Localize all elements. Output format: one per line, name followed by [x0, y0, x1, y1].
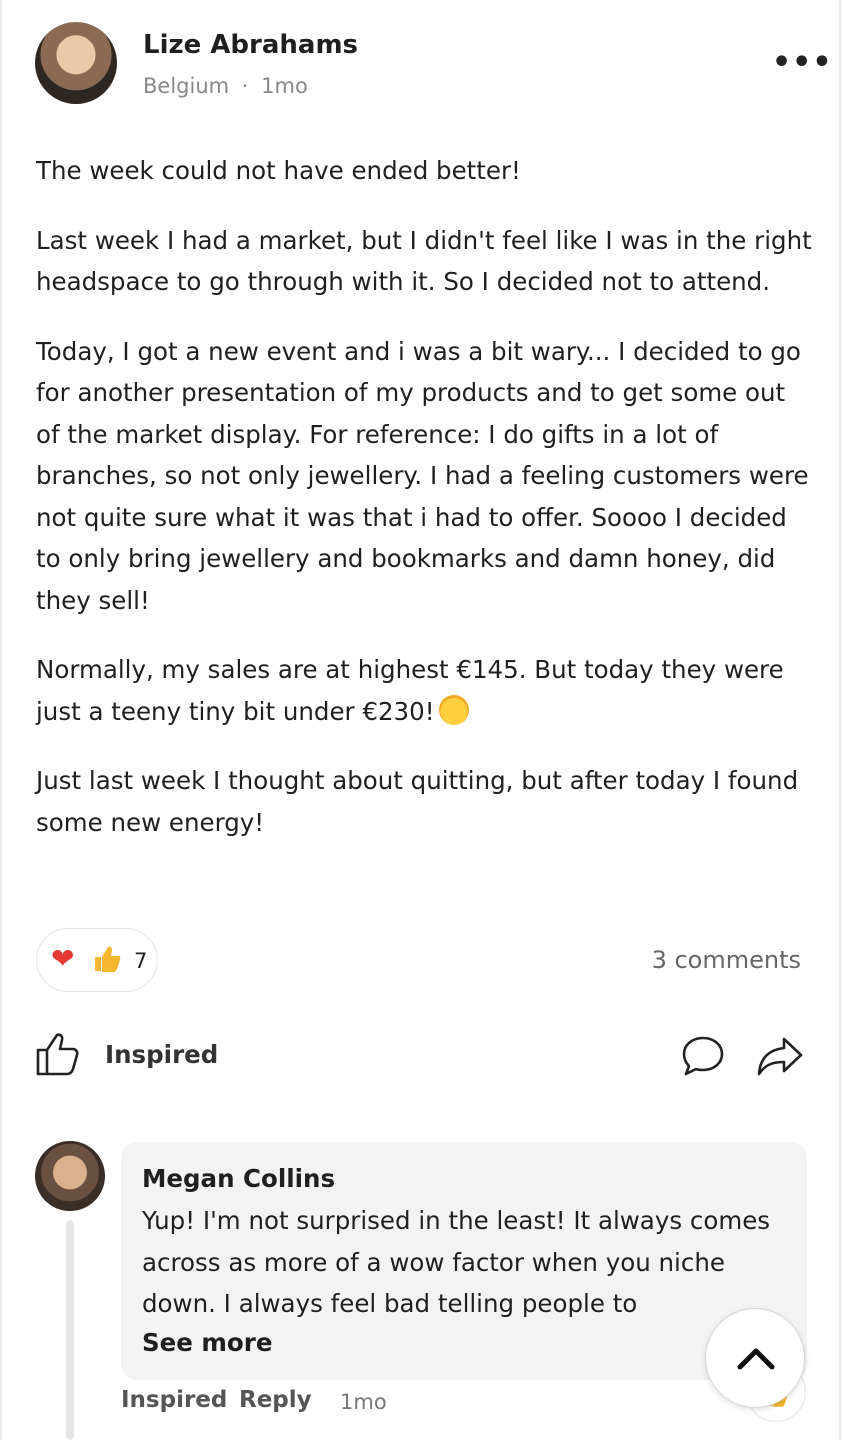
comments-count-link[interactable]: 3 comments	[652, 946, 801, 974]
post-paragraph: The week could not have ended better!	[36, 156, 521, 185]
author-location: Belgium	[143, 74, 230, 98]
thread-line	[66, 1220, 74, 1440]
commenter-avatar[interactable]	[35, 1141, 105, 1211]
scroll-to-top-button[interactable]	[705, 1308, 805, 1408]
chevron-up-icon	[737, 1348, 775, 1370]
author-name[interactable]: Lize Abrahams	[143, 30, 358, 60]
share-icon[interactable]	[756, 1033, 804, 1079]
comment-reply-button[interactable]: Reply	[239, 1387, 312, 1413]
heart-icon: ❤	[51, 942, 75, 975]
post-body: The week could not have ended better! La…	[36, 150, 816, 871]
reaction-count: 7	[134, 949, 148, 973]
author-avatar[interactable]	[35, 22, 117, 104]
commenter-name[interactable]: Megan Collins	[142, 1164, 335, 1193]
meta-separator: ·	[241, 74, 249, 98]
reactions-summary[interactable]: ❤ 7	[36, 928, 158, 992]
comment-time: 1mo	[340, 1390, 387, 1414]
exploding-head-emoji-icon	[438, 694, 469, 725]
comment-inspired-button[interactable]: Inspired	[121, 1387, 227, 1413]
inspired-button[interactable]: Inspired	[105, 1040, 218, 1069]
post-time: 1mo	[261, 74, 308, 98]
thumbs-up-icon	[95, 946, 121, 972]
right-border	[839, 0, 841, 1440]
post-paragraph-with-emoji: Normally, my sales are at highest €145. …	[36, 649, 816, 732]
post-paragraph: Normally, my sales are at highest €145. …	[36, 655, 784, 726]
post-paragraph: Just last week I thought about quitting,…	[36, 766, 799, 837]
left-border	[0, 0, 2, 1440]
like-icon[interactable]	[34, 1030, 82, 1078]
more-options-button[interactable]: •••	[772, 48, 832, 78]
post-paragraph: Last week I had a market, but I didn't f…	[36, 225, 812, 297]
comment-text: Yup! I'm not surprised in the least! It …	[142, 1206, 771, 1318]
comment-icon[interactable]	[680, 1033, 726, 1079]
post-paragraph: Today, I got a new event and i was a bit…	[36, 336, 809, 615]
see-more-link[interactable]: See more	[142, 1328, 272, 1357]
more-icon: •••	[772, 45, 833, 80]
post-meta: Belgium · 1mo	[143, 74, 308, 98]
